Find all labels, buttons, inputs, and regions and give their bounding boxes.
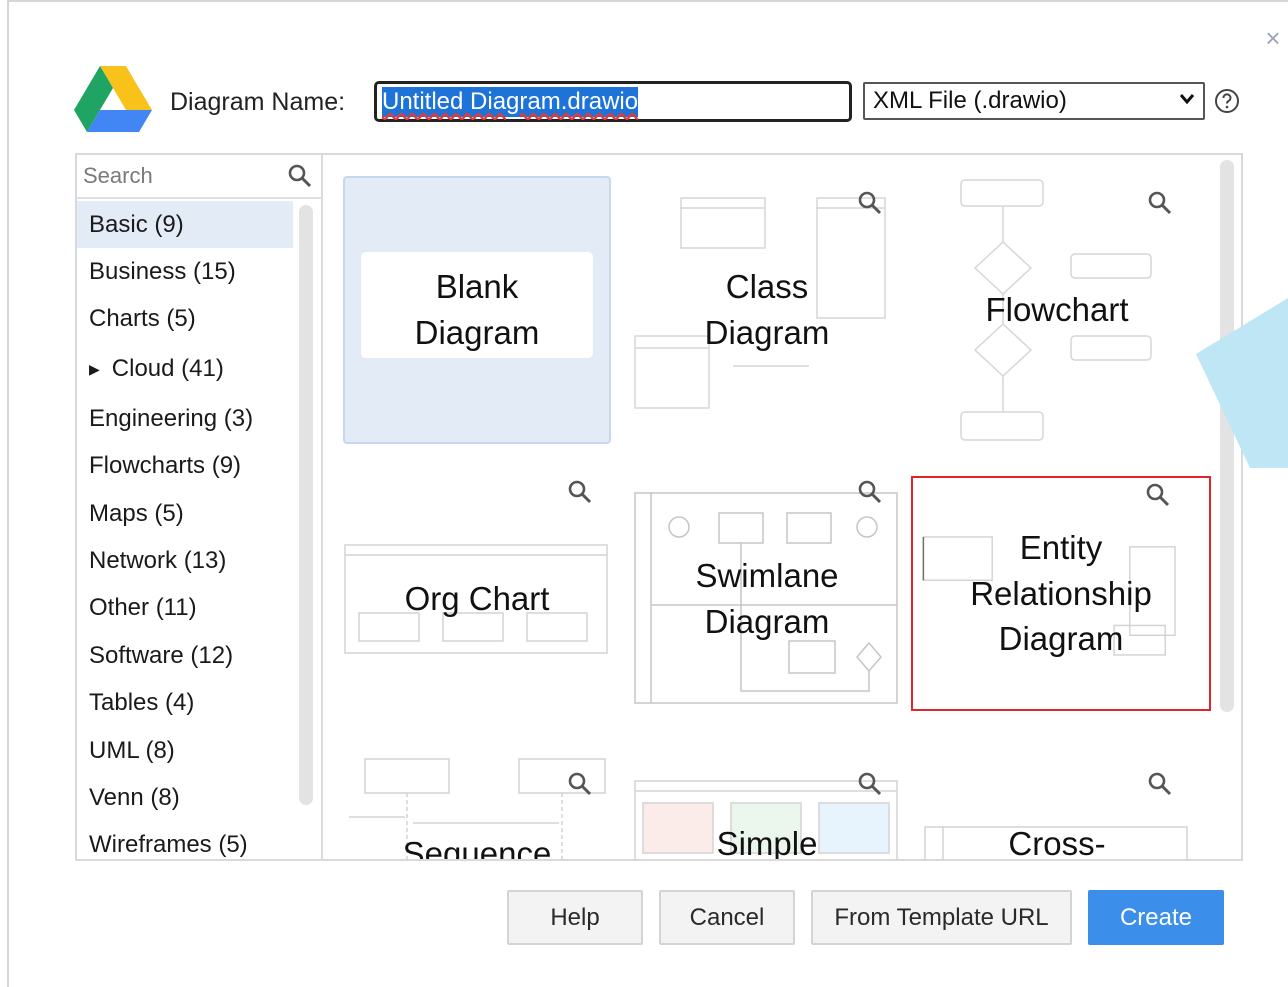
help-icon[interactable]	[1214, 88, 1240, 114]
template-simple[interactable]: Simple	[633, 751, 901, 861]
category-sidebar: Search Basic (9) Business (15) Charts (5…	[77, 155, 323, 859]
category-item-maps[interactable]: Maps (5)	[77, 490, 293, 537]
template-class-diagram[interactable]: Class Diagram	[633, 176, 901, 444]
zoom-icon[interactable]	[567, 771, 593, 797]
close-icon[interactable]: ×	[1261, 25, 1285, 51]
category-item-uml[interactable]: UML (8)	[77, 727, 293, 774]
category-item-engineering[interactable]: Engineering (3)	[77, 395, 293, 442]
template-label: Class Diagram	[704, 268, 830, 351]
help-button[interactable]: Help	[507, 890, 643, 945]
category-item-flowcharts[interactable]: Flowcharts (9)	[77, 443, 293, 490]
file-format-select[interactable]: XML File (.drawio)	[863, 82, 1205, 120]
sidebar-scrollbar[interactable]	[299, 205, 313, 805]
zoom-icon[interactable]	[1147, 771, 1173, 797]
category-item-tables[interactable]: Tables (4)	[77, 680, 293, 727]
category-item-venn[interactable]: Venn (8)	[77, 774, 293, 821]
category-item-wireframes[interactable]: Wireframes (5)	[77, 822, 293, 859]
diagram-name-value: Untitled Diagram.drawio	[382, 86, 639, 117]
category-item-charts[interactable]: Charts (5)	[77, 296, 293, 343]
expand-triangle-icon[interactable]: ▶	[89, 361, 100, 378]
template-grid: Blank Diagram Class Diagram Flowchart Or…	[325, 155, 1234, 861]
file-format-value: XML File (.drawio)	[873, 87, 1067, 114]
template-blank-diagram[interactable]: Blank Diagram	[343, 176, 611, 444]
template-label: Org Chart	[404, 580, 550, 618]
template-sequence[interactable]: Sequence	[343, 751, 611, 861]
template-label: Flowchart	[985, 291, 1129, 329]
category-item-cloud[interactable]: ▶ Cloud (41)	[77, 343, 293, 395]
template-label: Entity Relationship Diagram	[970, 529, 1152, 658]
template-flowchart[interactable]: Flowchart	[923, 176, 1191, 444]
category-item-network[interactable]: Network (13)	[77, 537, 293, 584]
search-placeholder: Search	[83, 163, 153, 188]
template-swimlane-diagram[interactable]: Swimlane Diagram	[633, 465, 901, 733]
create-button[interactable]: Create	[1088, 890, 1224, 945]
template-cross-functional[interactable]: Cross-	[923, 751, 1191, 861]
google-drive-logo	[74, 66, 152, 132]
chevron-down-icon	[1179, 92, 1195, 110]
from-template-url-button[interactable]: From Template URL	[811, 890, 1072, 945]
template-label: Swimlane Diagram	[695, 557, 839, 640]
zoom-icon[interactable]	[857, 190, 883, 216]
zoom-icon[interactable]	[857, 771, 883, 797]
zoom-icon[interactable]	[857, 479, 883, 505]
zoom-icon[interactable]	[567, 479, 593, 505]
template-label: Blank Diagram	[414, 268, 540, 351]
diagram-name-input[interactable]: Untitled Diagram.drawio	[374, 81, 852, 122]
category-item-business[interactable]: Business (15)	[77, 248, 293, 295]
template-label: Simple	[716, 825, 818, 861]
template-label: Sequence	[402, 835, 552, 861]
category-item-software[interactable]: Software (12)	[77, 632, 293, 679]
template-org-chart[interactable]: Org Chart	[343, 465, 611, 733]
category-list: Basic (9) Business (15) Charts (5) ▶ Clou…	[77, 201, 293, 859]
zoom-icon[interactable]	[1147, 190, 1173, 216]
zoom-icon[interactable]	[1145, 482, 1171, 508]
background-decoration	[1196, 298, 1288, 468]
category-item-basic[interactable]: Basic (9)	[77, 201, 293, 249]
template-entity-relationship-diagram[interactable]: Entity Relationship Diagram	[911, 476, 1211, 711]
new-diagram-dialog: × Diagram Name: Untitled Diagram.drawio …	[7, 0, 1288, 987]
category-item-other[interactable]: Other (11)	[77, 585, 293, 632]
template-panel: Search Basic (9) Business (15) Charts (5…	[75, 153, 1243, 861]
cancel-button[interactable]: Cancel	[659, 890, 795, 945]
template-label: Cross-	[1008, 825, 1106, 861]
diagram-name-label: Diagram Name:	[170, 88, 346, 116]
search-input[interactable]: Search	[77, 155, 321, 199]
search-icon[interactable]	[287, 163, 313, 189]
